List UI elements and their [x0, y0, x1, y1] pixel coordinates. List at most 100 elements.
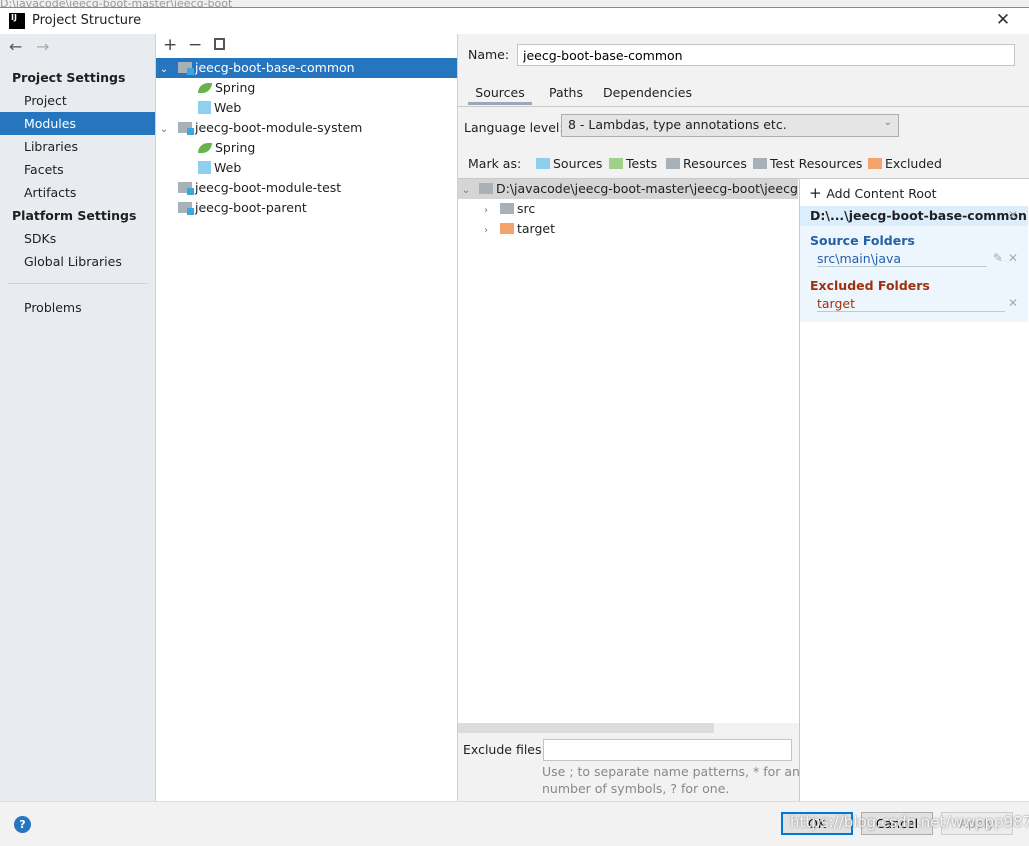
folder-label: target [517, 221, 556, 236]
add-content-root-label: Add Content Root [826, 186, 937, 201]
module-icon [178, 62, 194, 75]
window-title: Project Structure [32, 13, 142, 28]
watermark: https://blog.csdn.net/wwppp987 [790, 813, 1029, 831]
folder-item-target[interactable]: › target [458, 219, 759, 239]
root-path-label: D:\javacode\jeecg-boot-master\jeecg-boot… [496, 181, 798, 196]
sidebar-item-artifacts[interactable]: Artifacts [0, 181, 155, 204]
platform-settings-heading: Platform Settings [12, 208, 137, 223]
module-icon [178, 202, 194, 215]
excluded-folder-entry[interactable]: target [817, 296, 1005, 312]
exclude-hint-1: Use ; to separate name patterns, * for a… [542, 764, 808, 779]
add-icon: + [809, 184, 827, 202]
mark-sources-button[interactable]: Sources [536, 156, 602, 171]
module-detail: Name: Sources Paths Dependencies Languag… [458, 34, 1029, 801]
sidebar-item-sdks[interactable]: SDKs [0, 227, 155, 250]
mark-label: Sources [553, 156, 603, 171]
language-level-select[interactable]: 8 - Lambdas, type annotations etc. ⌄ [561, 114, 899, 137]
web-icon [198, 161, 211, 174]
module-label: jeecg-boot-parent [195, 200, 307, 215]
tab-paths[interactable]: Paths [549, 83, 583, 105]
divider [458, 106, 1029, 107]
close-icon[interactable]: ✕ [992, 9, 1014, 31]
module-item[interactable]: jeecg-boot-module-test [156, 178, 457, 198]
resources-folder-icon [666, 158, 680, 169]
mark-test-resources-button[interactable]: Test Resources [753, 156, 862, 171]
content-root-box: D:\...\jeecg-boot-base-common ✕ Source F… [800, 206, 1028, 322]
content-root-item[interactable]: ⌄ D:\javacode\jeecg-boot-master\jeecg-boo… [458, 179, 798, 199]
facet-label: Spring [215, 80, 256, 95]
horizontal-scrollbar[interactable] [458, 723, 714, 733]
folder-icon [479, 183, 493, 194]
module-tree: + − ⌄ jeecg-boot-base-common Spring Web ⌄… [156, 34, 458, 801]
mark-label: Tests [626, 156, 658, 171]
mark-tests-button[interactable]: Tests [609, 156, 657, 171]
mark-excluded-button[interactable]: Excluded [868, 156, 942, 171]
mark-resources-button[interactable]: Resources [666, 156, 747, 171]
remove-source-icon[interactable]: ✕ [1008, 251, 1018, 265]
remove-excluded-icon[interactable]: ✕ [1008, 296, 1018, 310]
tests-folder-icon [609, 158, 623, 169]
title-bar: IJ Project Structure ✕ [0, 7, 1029, 34]
sidebar-item-modules[interactable]: Modules [0, 112, 155, 135]
module-label: jeecg-boot-module-system [195, 120, 363, 135]
sidebar-item-libraries[interactable]: Libraries [0, 135, 155, 158]
project-settings-heading: Project Settings [12, 70, 126, 85]
add-icon[interactable]: + [163, 35, 177, 55]
sidebar: ← → Project Settings Project Modules Lib… [0, 34, 156, 801]
add-content-root-button[interactable]: + Add Content Root [809, 184, 937, 202]
divider [8, 283, 148, 284]
exclude-files-input[interactable] [543, 739, 792, 761]
module-item[interactable]: ⌄ jeecg-boot-module-system [156, 118, 457, 138]
sidebar-item-global-libraries[interactable]: Global Libraries [0, 250, 155, 273]
name-label: Name: [468, 47, 510, 62]
name-input[interactable] [517, 44, 1015, 66]
excluded-folder-icon [500, 223, 514, 234]
folder-item-src[interactable]: › src [458, 199, 759, 219]
remove-icon[interactable]: − [188, 35, 202, 55]
mark-label: Resources [683, 156, 747, 171]
facet-item[interactable]: Web [156, 98, 457, 118]
intellij-icon: IJ [9, 13, 25, 29]
tab-sources[interactable]: Sources [468, 83, 532, 105]
facet-label: Web [214, 100, 242, 115]
facet-item[interactable]: Spring [156, 78, 457, 98]
excluded-folders-heading: Excluded Folders [810, 278, 930, 293]
sidebar-item-project[interactable]: Project [0, 89, 155, 112]
mark-label: Excluded [885, 156, 942, 171]
module-item[interactable]: jeecg-boot-parent [156, 198, 457, 218]
language-level-value: 8 - Lambdas, type annotations etc. [568, 117, 787, 132]
excluded-folder-icon [868, 158, 882, 169]
sources-folder-icon [536, 158, 550, 169]
module-icon [178, 182, 194, 195]
module-icon [178, 122, 194, 135]
facet-item[interactable]: Spring [156, 138, 457, 158]
content-tree: ⌄ D:\javacode\jeecg-boot-master\jeecg-boo… [458, 178, 799, 733]
mark-label: Test Resources [770, 156, 863, 171]
remove-root-icon[interactable]: ✕ [1008, 208, 1018, 222]
tab-dependencies[interactable]: Dependencies [603, 83, 692, 105]
chevron-down-icon: ⌄ [883, 117, 892, 128]
edit-pencil-icon[interactable]: ✎ [993, 251, 1003, 265]
help-icon[interactable]: ? [14, 816, 31, 833]
forward-arrow-icon[interactable]: → [36, 37, 49, 56]
folder-icon [500, 203, 514, 214]
content-root-path: D:\...\jeecg-boot-base-common [810, 208, 1027, 223]
source-folder-entry[interactable]: src\main\java [817, 251, 987, 267]
background-editor: D:\javacode\jeecg-boot-master\jeecg-boot [0, 0, 1029, 7]
language-level-label: Language level: [464, 120, 564, 135]
sidebar-item-problems[interactable]: Problems [0, 296, 155, 319]
source-folders-heading: Source Folders [810, 233, 915, 248]
copy-icon[interactable] [214, 38, 225, 50]
web-icon [198, 101, 211, 114]
module-item[interactable]: ⌄ jeecg-boot-base-common [156, 58, 457, 78]
module-label: jeecg-boot-base-common [195, 60, 355, 75]
exclude-hint-2: number of symbols, ? for one. [542, 781, 730, 796]
mark-as-label: Mark as: [468, 156, 522, 171]
sidebar-item-facets[interactable]: Facets [0, 158, 155, 181]
exclude-files-label: Exclude files: [463, 742, 546, 757]
facet-item[interactable]: Web [156, 158, 457, 178]
back-arrow-icon[interactable]: ← [9, 37, 22, 56]
spring-icon [198, 83, 212, 93]
facet-label: Web [214, 160, 242, 175]
module-label: jeecg-boot-module-test [195, 180, 342, 195]
